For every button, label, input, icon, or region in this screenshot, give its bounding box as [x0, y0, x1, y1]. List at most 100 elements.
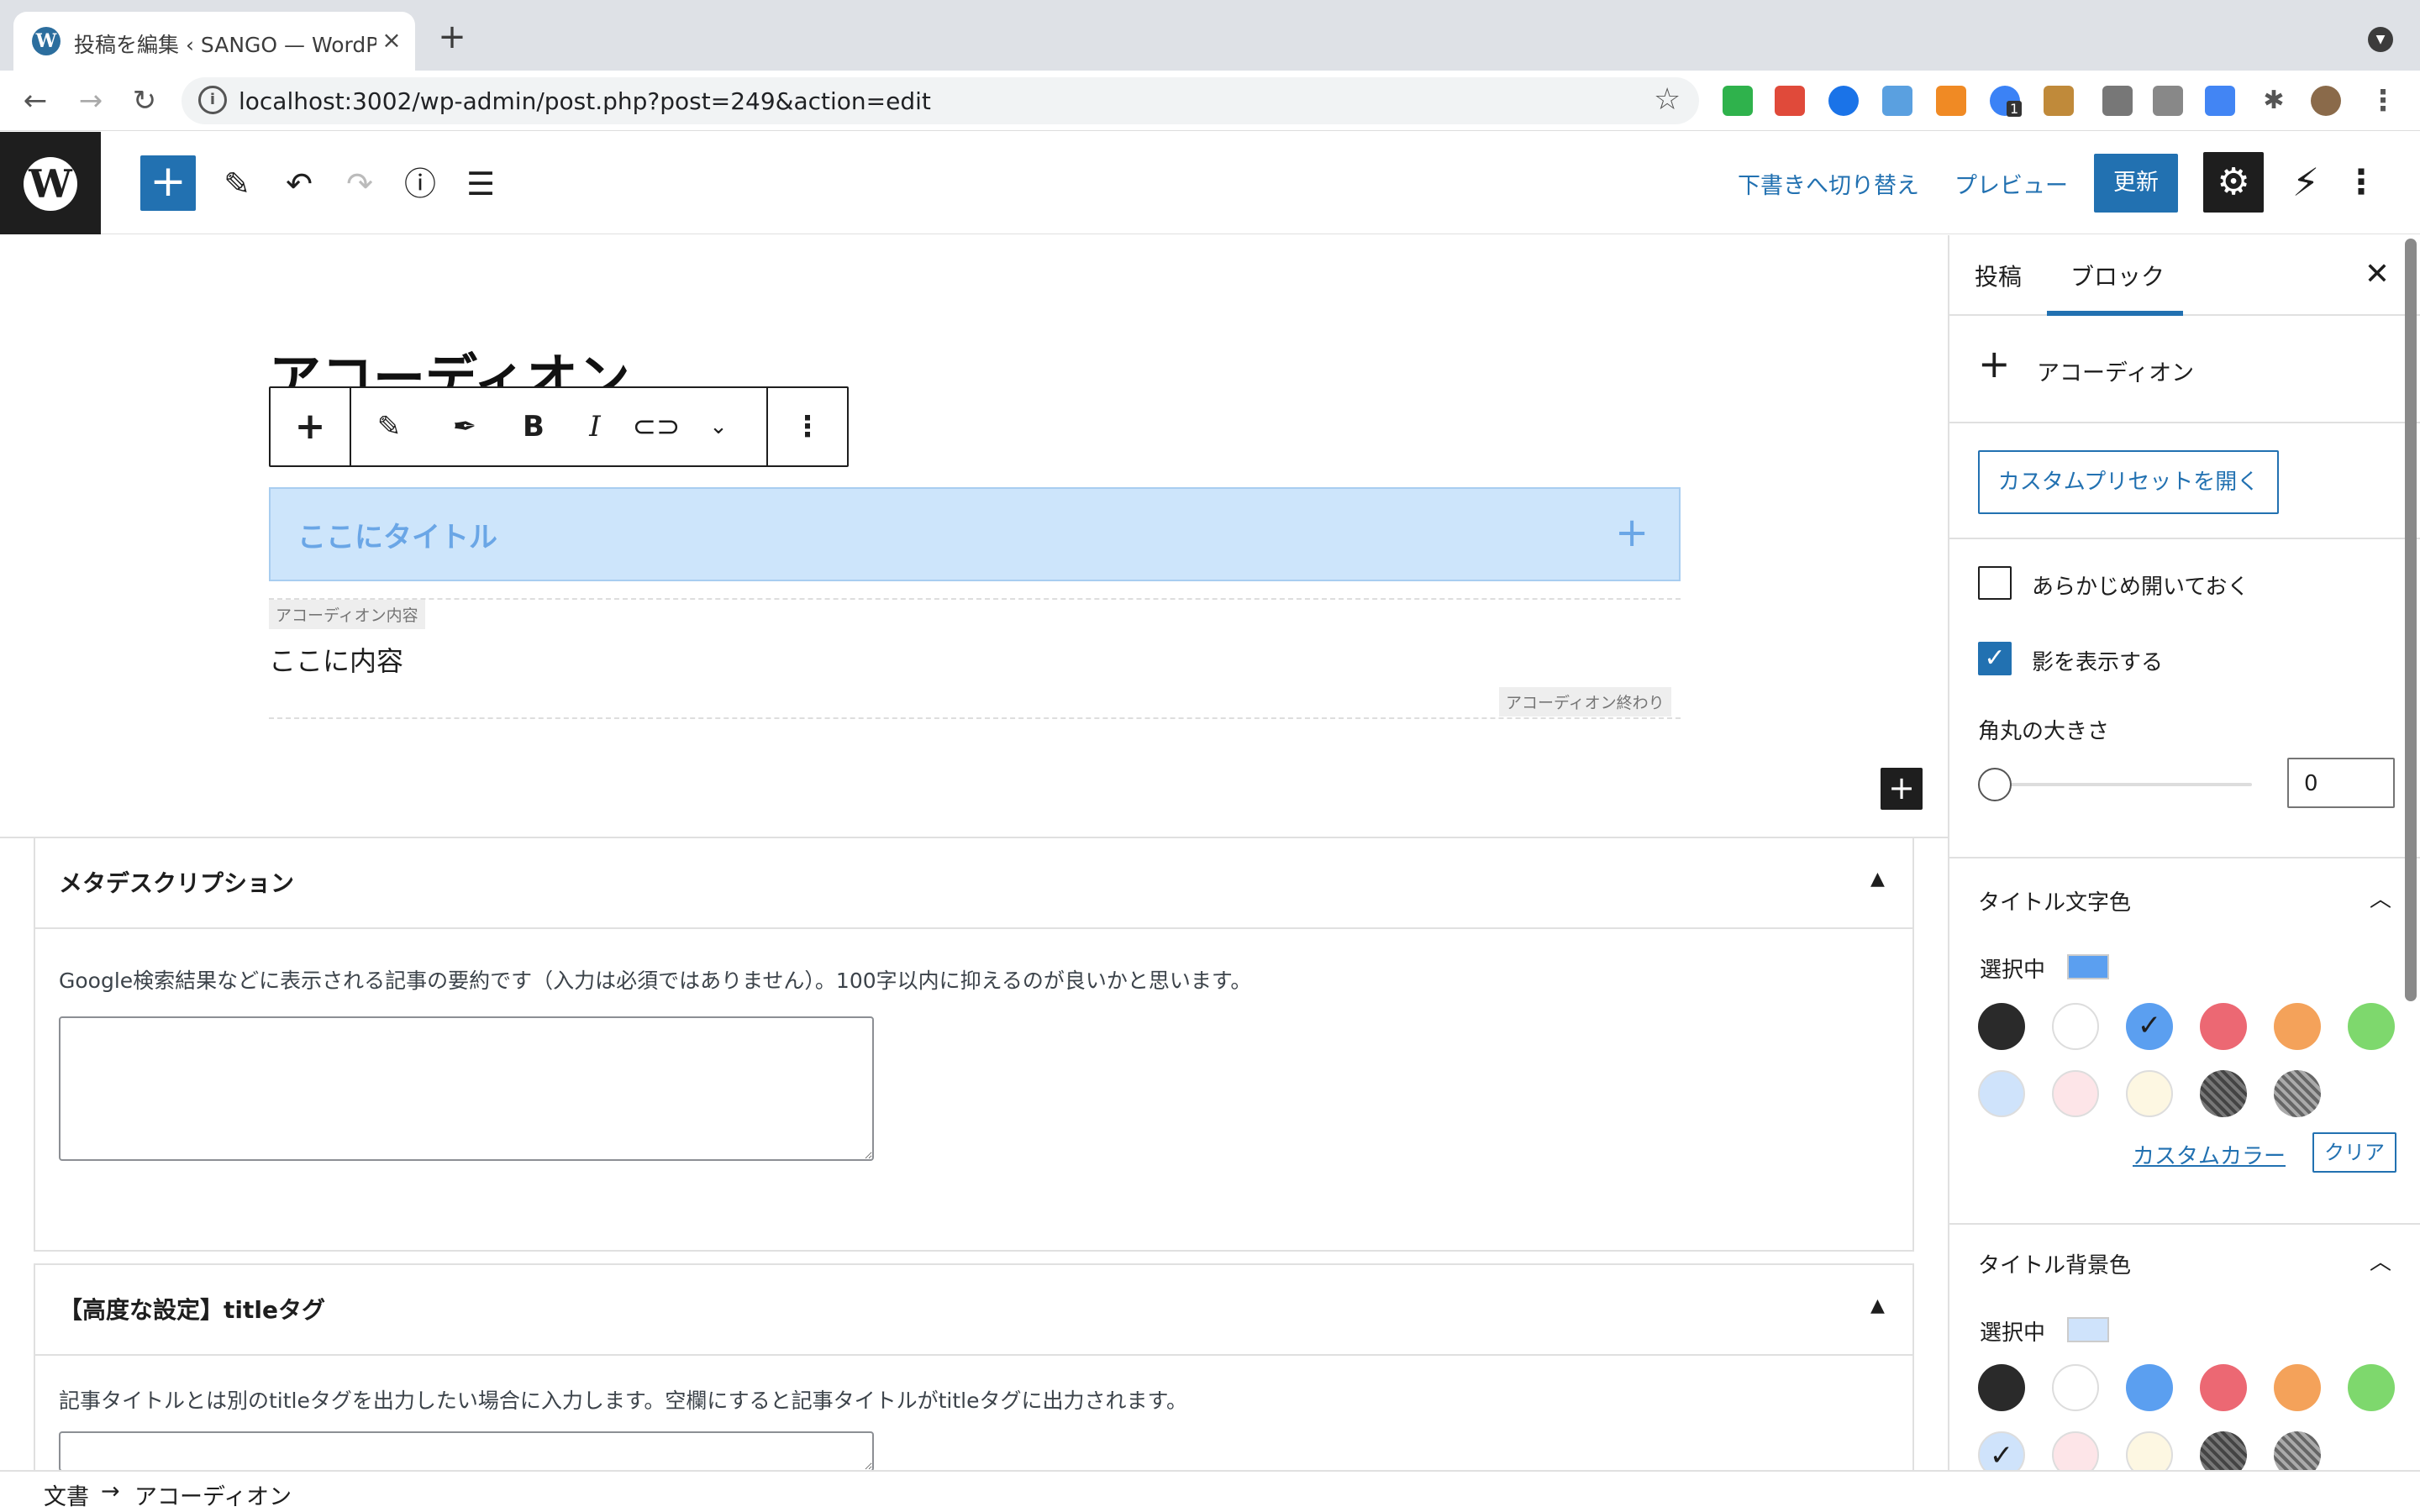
title-tag-header[interactable]: 【高度な設定】titleタグ ▲ [35, 1265, 1912, 1356]
undo-icon[interactable]: ↶ [279, 164, 319, 204]
tab-search-icon[interactable]: ▼ [2368, 27, 2393, 52]
accordion-plus-icon: + [1615, 509, 1649, 556]
extension-pen-icon[interactable] [2102, 86, 2133, 116]
edit-block-icon[interactable]: ✎ [351, 388, 427, 465]
meta-description-header[interactable]: メタデスクリプション ▲ [35, 838, 1912, 929]
settings-gear-icon[interactable]: ⚙ [2203, 152, 2264, 213]
edit-tool-icon[interactable]: ✎ [217, 164, 257, 204]
tab-block[interactable]: ブロック [2070, 259, 2165, 292]
puzzle-icon[interactable]: ✱ [2255, 82, 2292, 119]
block-appender-button[interactable]: + [1881, 768, 1923, 810]
corner-radius-input[interactable]: 0 [2287, 758, 2395, 808]
wordpress-logo[interactable]: W [0, 132, 101, 234]
details-info-icon[interactable]: ⓘ [400, 164, 440, 204]
bold-icon[interactable]: B [502, 388, 565, 465]
preview-button[interactable]: プレビュー [1954, 167, 2068, 200]
bolt-icon[interactable]: ⚡ [2281, 157, 2331, 207]
extension-red-icon[interactable] [1775, 86, 1805, 116]
selected-color-label: 選択中 [1980, 958, 2046, 983]
accordion-content-top-border [269, 598, 1681, 600]
bookmark-star-icon[interactable]: ☆ [1654, 82, 1681, 117]
chevron-up-icon[interactable]: ︿ [2370, 882, 2391, 913]
clear-color-button[interactable]: クリア [2312, 1132, 2396, 1173]
color-swatch-black[interactable] [1978, 1003, 2025, 1050]
color-swatch-light-blue[interactable] [1978, 1070, 2025, 1117]
color-swatch-green[interactable] [2348, 1003, 2395, 1050]
extension-blue-icon[interactable] [1828, 86, 1859, 116]
color-swatch-red[interactable] [2200, 1364, 2247, 1411]
panel-divider [1949, 538, 2420, 539]
new-tab-button[interactable]: + [434, 20, 471, 57]
selected-color-label: 選択中 [1980, 1320, 2046, 1346]
color-swatch-hatch-gray[interactable] [2274, 1070, 2321, 1117]
feather-icon[interactable]: ✒ [427, 388, 502, 465]
more-rich-text-chevron-icon[interactable]: ⌄ [687, 388, 750, 465]
browser-menu-icon[interactable]: ⋮ [2365, 82, 2402, 119]
tab-post[interactable]: 投稿 [1975, 259, 2022, 292]
title-tag-input[interactable] [59, 1431, 874, 1472]
redo-icon[interactable]: ↷ [339, 164, 380, 204]
title-bg-color-heading[interactable]: タイトル背景色 [1978, 1248, 2131, 1279]
collapse-triangle-icon[interactable]: ▲ [1870, 1295, 1885, 1316]
block-card-name: アコーディオン [2037, 360, 2195, 386]
collapse-triangle-icon[interactable]: ▲ [1870, 869, 1885, 890]
options-menu-icon[interactable]: ⋮ [2341, 157, 2381, 207]
extension-fox-icon[interactable] [1936, 86, 1966, 116]
extension-green-icon[interactable] [1723, 86, 1753, 116]
chevron-up-icon[interactable]: ︿ [2370, 1245, 2391, 1276]
extension-globe-icon[interactable]: 1 [1990, 86, 2023, 117]
back-arrow-icon[interactable]: ← [17, 82, 54, 119]
custom-preset-button[interactable]: カスタムプリセットを開く [1978, 450, 2279, 514]
color-swatch-green[interactable] [2348, 1364, 2395, 1411]
reload-icon[interactable]: ↻ [126, 82, 163, 119]
color-swatch-orange[interactable] [2274, 1003, 2321, 1050]
breadcrumb-current-block[interactable]: アコーディオン [134, 1478, 292, 1511]
site-info-icon[interactable]: i [198, 86, 227, 114]
forward-arrow-icon[interactable]: → [72, 82, 109, 119]
color-swatch-white[interactable] [2052, 1003, 2099, 1050]
block-inserter-toggle[interactable]: + [140, 155, 196, 211]
color-swatch-blue[interactable] [2126, 1364, 2173, 1411]
color-swatch-hatch-dark[interactable] [2200, 1070, 2247, 1117]
extension-download-icon[interactable] [1882, 86, 1912, 116]
sidebar-scrollbar[interactable] [2405, 239, 2417, 1001]
extension-hammer-icon[interactable] [2044, 86, 2074, 116]
open-by-default-checkbox[interactable] [1978, 566, 2012, 600]
meta-description-textarea[interactable] [59, 1016, 874, 1161]
color-swatch-red[interactable] [2200, 1003, 2247, 1050]
italic-icon[interactable]: I [565, 388, 625, 465]
breadcrumb-document[interactable]: 文書 [44, 1478, 89, 1511]
corner-radius-slider-track[interactable] [1996, 783, 2252, 786]
color-swatch-light-pink[interactable] [2052, 1070, 2099, 1117]
editor-header: W + ✎ ↶ ↷ ⓘ ☰ 下書きへ切り替え プレビュー 更新 ⚙ ⚡ ⋮ [0, 132, 2420, 234]
address-bar[interactable]: i localhost:3002/wp-admin/post.php?post=… [182, 77, 1699, 124]
breadcrumb-arrow-icon: → [101, 1478, 120, 1504]
color-swatch-orange[interactable] [2274, 1364, 2321, 1411]
block-options-icon[interactable]: ⋮ [768, 388, 847, 465]
extension-camera-icon[interactable] [2153, 86, 2183, 116]
url-text[interactable]: localhost:3002/wp-admin/post.php?post=24… [239, 87, 931, 115]
color-swatch-blue[interactable]: ✓ [2126, 1003, 2173, 1050]
block-add-icon[interactable]: + [271, 388, 350, 465]
corner-radius-slider-thumb[interactable] [1978, 768, 2012, 801]
close-sidebar-icon[interactable]: ✕ [2356, 254, 2398, 296]
color-swatch-black[interactable] [1978, 1364, 2025, 1411]
extension-google-icon[interactable] [2205, 86, 2235, 116]
profile-avatar[interactable] [2311, 86, 2341, 116]
link-icon[interactable]: ⊂⊃ [625, 388, 687, 465]
update-button[interactable]: 更新 [2094, 154, 2178, 213]
browser-tab[interactable]: W 投稿を編集 ‹ SANGO — WordPre × [13, 12, 415, 71]
tab-close-icon[interactable]: × [375, 24, 408, 57]
block-breadcrumb: 文書 → アコーディオン [0, 1470, 2420, 1512]
custom-color-link[interactable]: カスタムカラー [2133, 1139, 2286, 1170]
switch-to-draft-button[interactable]: 下書きへ切り替え [1738, 167, 1919, 200]
accordion-title-bar[interactable]: ここにタイトル + [269, 487, 1681, 581]
show-shadow-checkbox[interactable]: ✓ [1978, 642, 2012, 675]
accordion-title-text[interactable]: ここにタイトル [297, 514, 497, 555]
title-text-color-heading[interactable]: タイトル文字色 [1978, 885, 2131, 916]
list-view-icon[interactable]: ☰ [460, 164, 501, 204]
color-swatch-white[interactable] [2052, 1364, 2099, 1411]
meta-description-title: メタデスクリプション [59, 869, 295, 897]
color-swatch-light-yellow[interactable] [2126, 1070, 2173, 1117]
accordion-content-text[interactable]: ここに内容 [269, 640, 403, 679]
